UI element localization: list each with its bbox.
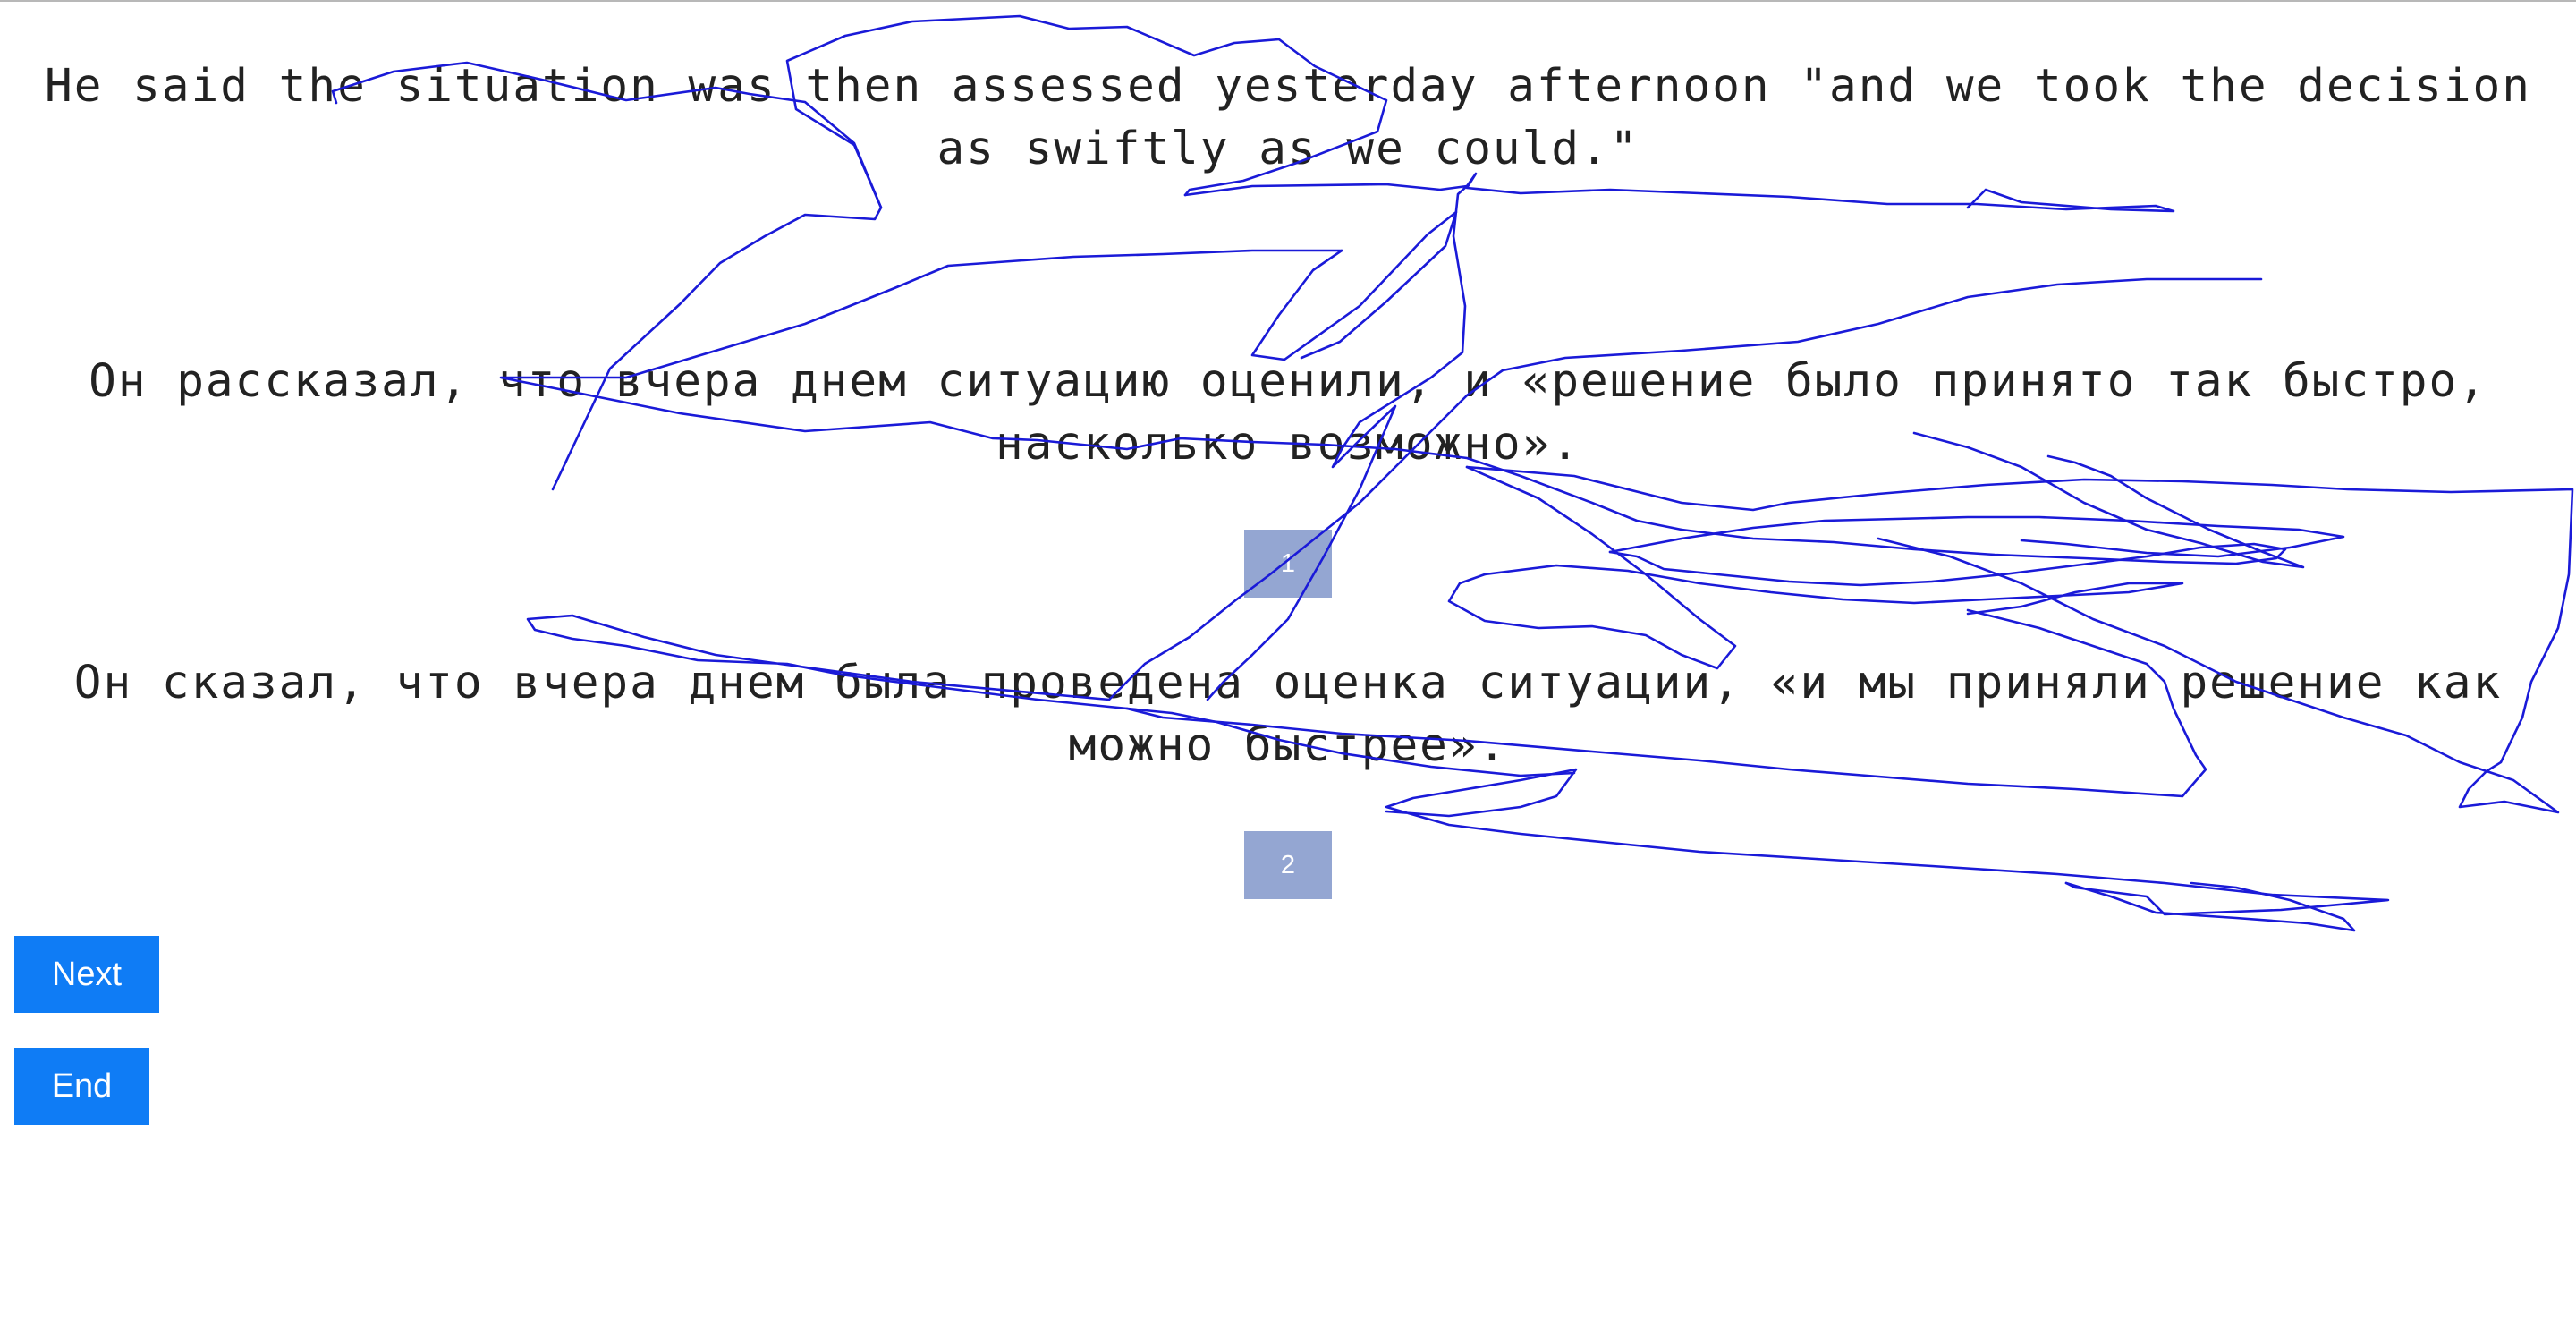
choose-translation-1-button[interactable]: 1 <box>1244 530 1332 598</box>
candidate-translation-2: Он сказал, что вчера днем была проведена… <box>73 657 2503 772</box>
mouse-trail-path <box>1483 564 2184 616</box>
mouse-trail-path <box>1608 515 2345 558</box>
source-sentence: He said the situation was then assessed … <box>45 60 2531 175</box>
mouse-trail-path <box>1250 210 1458 361</box>
choose-translation-2-button[interactable]: 2 <box>1244 831 1332 899</box>
next-button[interactable]: Next <box>14 936 159 1013</box>
mouse-trail-path <box>1385 768 2390 916</box>
candidate-translation-1: Он рассказал, что вчера днем ситуацию оц… <box>89 355 2487 471</box>
mouse-trail-path <box>1107 277 2263 701</box>
end-button[interactable]: End <box>14 1048 149 1125</box>
mouse-trail-path <box>2064 881 2356 932</box>
mouse-trail-path <box>1447 465 1737 670</box>
